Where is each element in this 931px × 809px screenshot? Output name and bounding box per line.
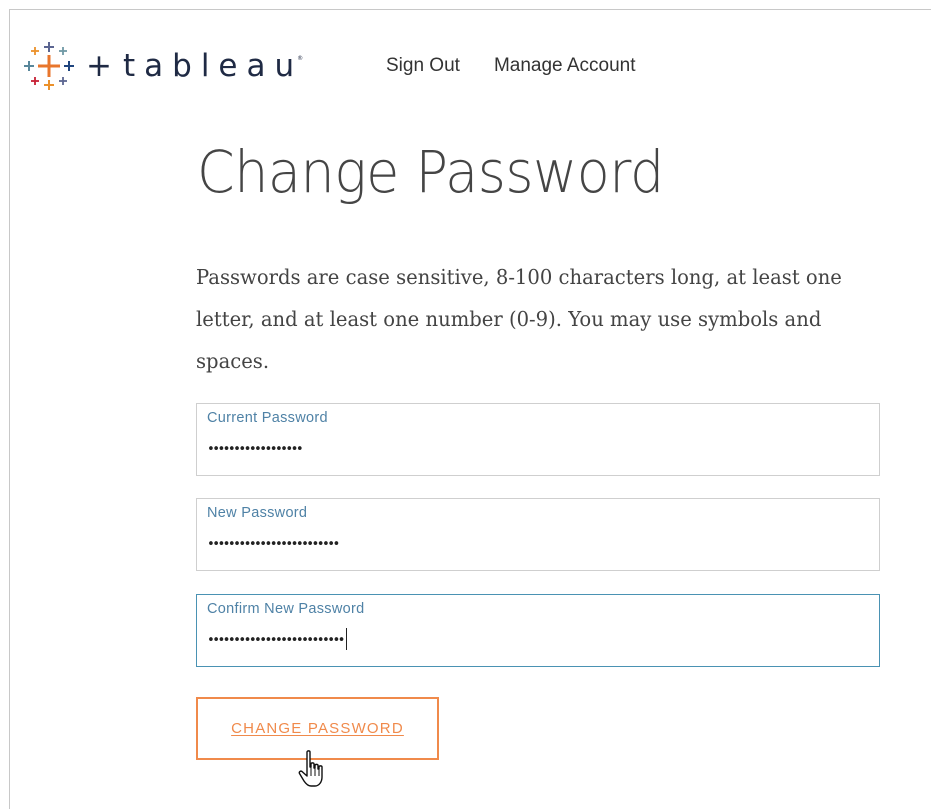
current-password-label: Current Password xyxy=(207,410,328,426)
text-caret xyxy=(345,627,348,650)
new-password-input[interactable]: ••••••••••••••••••••••••• xyxy=(207,535,340,555)
confirm-new-password-input-wrap[interactable]: •••••••••••••••••••••••••• xyxy=(207,627,348,651)
registered-mark: ® xyxy=(297,55,304,62)
tableau-cross-logo-icon xyxy=(24,42,74,90)
confirm-new-password-field[interactable]: Confirm New Password •••••••••••••••••••… xyxy=(196,594,880,667)
wordmark-plus-icon: + xyxy=(86,47,121,84)
manage-account-link[interactable]: Manage Account xyxy=(494,55,636,77)
tableau-logo[interactable]: + tableau ® xyxy=(22,40,303,92)
current-password-field[interactable]: Current Password •••••••••••••••••• xyxy=(196,403,880,476)
confirm-new-password-label: Confirm New Password xyxy=(207,601,365,617)
top-nav: Sign Out Manage Account xyxy=(386,55,635,77)
change-password-button-label: CHANGE PASSWORD xyxy=(231,720,404,737)
new-password-label: New Password xyxy=(207,505,308,521)
password-instructions: Passwords are case sensitive, 8-100 char… xyxy=(196,265,842,373)
new-password-field[interactable]: New Password ••••••••••••••••••••••••• xyxy=(196,498,880,571)
confirm-new-password-input[interactable]: •••••••••••••••••••••••••• xyxy=(207,633,346,648)
page-title: Change Password xyxy=(197,138,664,206)
hand-pointer-cursor-icon xyxy=(298,750,323,787)
current-password-input[interactable]: •••••••••••••••••• xyxy=(207,440,304,460)
sign-out-link[interactable]: Sign Out xyxy=(386,55,460,77)
header: + tableau ® xyxy=(22,36,303,96)
tableau-wordmark: + tableau ® xyxy=(86,47,304,84)
wordmark-text: tableau xyxy=(122,47,304,84)
